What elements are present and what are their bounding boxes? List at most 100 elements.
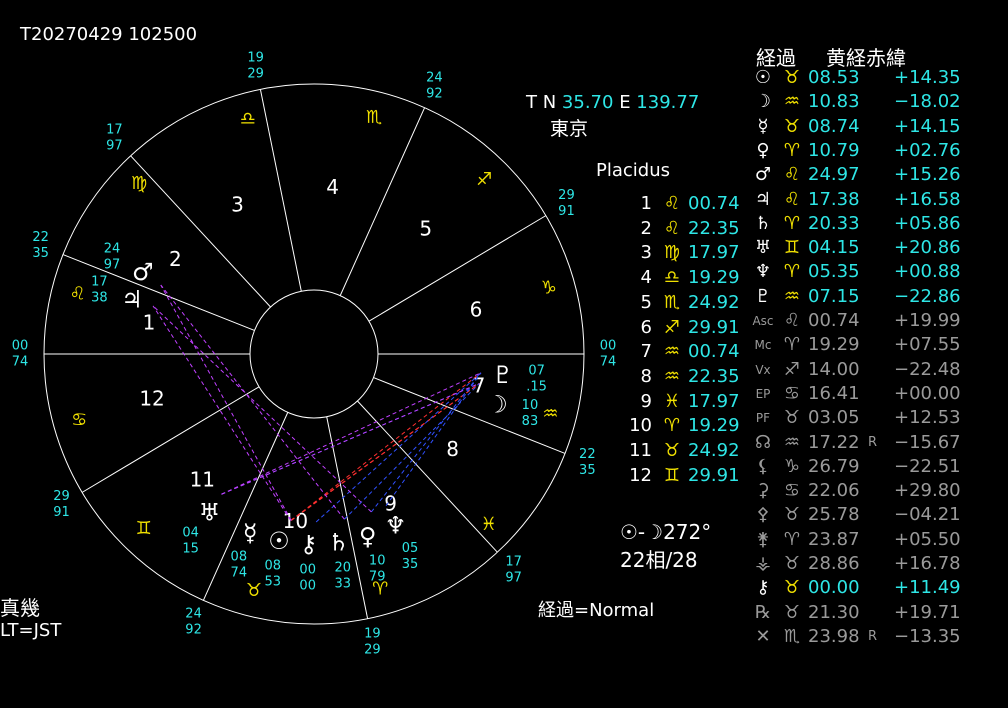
planet-longitude: 08.53 — [808, 67, 860, 88]
zodiac-sign-icon: ♒ — [542, 404, 558, 425]
house-sign-icon: ♉ — [663, 440, 681, 461]
planet-longitude: 26.79 — [808, 455, 860, 477]
house-number: 1 — [640, 193, 652, 214]
zodiac-sign-icon: ♌ — [69, 283, 85, 304]
planet-sign-icon: ♈ — [783, 528, 801, 550]
planet-declination: +15.26 — [894, 164, 961, 186]
planet-sign-icon: ♈ — [783, 139, 801, 161]
planet-sign-icon: ♑ — [783, 455, 801, 477]
cusp-degree-label: 29 — [53, 489, 70, 504]
planet-longitude: 23.87 — [808, 528, 860, 550]
planet-declination: +11.49 — [894, 577, 961, 599]
retrograde-flag: R — [868, 628, 878, 644]
planet-longitude: 20.33 — [808, 212, 860, 234]
house-degree: 22.35 — [688, 217, 740, 239]
longitude-value: 139.77 — [636, 92, 700, 113]
zodiac-sign-icon: ♉ — [246, 580, 262, 601]
planet-longitude: 17.38 — [808, 188, 860, 210]
timezone-label: LT=JST — [0, 620, 62, 641]
planet-degree-label: 08 — [264, 559, 281, 574]
planet-declination: +07.55 — [894, 334, 961, 356]
house-sign-icon: ♌ — [663, 217, 681, 239]
planet-sign-icon: ♌ — [783, 310, 801, 331]
house-number-label: 2 — [169, 247, 182, 271]
planet-declination: −13.35 — [894, 625, 961, 647]
planet-longitude: 05.35 — [808, 261, 860, 283]
zodiac-sign-icon: ♊ — [136, 518, 152, 539]
planet-degree-label: 83 — [522, 414, 539, 429]
planet-longitude: 04.15 — [808, 237, 860, 259]
house-number-label: 11 — [190, 467, 215, 491]
planet-declination: +16.78 — [894, 553, 961, 574]
house-sign-icon: ♌ — [663, 193, 681, 214]
planet-icon: ✕ — [755, 625, 771, 647]
house-sign-icon: ♒ — [663, 365, 681, 387]
planet-declination: +00.88 — [894, 261, 961, 283]
planet-declination: −04.21 — [894, 504, 961, 526]
planet-sign-icon: ♈ — [783, 261, 801, 283]
cusp-degree-label: 29 — [558, 188, 575, 203]
planet-sign-icon: ♒ — [783, 91, 801, 113]
planet-declination: +14.35 — [894, 67, 961, 88]
left-title: 真幾 — [0, 596, 40, 620]
datetime-label: T20270429 102500 — [20, 24, 198, 45]
house-degree: 00.74 — [688, 341, 740, 363]
planet-icon: ♅ — [754, 237, 772, 259]
cusp-degree-label: 91 — [558, 204, 575, 219]
coords-prefix: T N — [526, 92, 557, 113]
house-number-label: 8 — [446, 437, 459, 461]
house-number-label: 3 — [231, 192, 244, 216]
planet-icon: ⚳ — [756, 480, 770, 502]
planet-icon: Asc — [752, 314, 774, 328]
planet-degree-label: 10 — [369, 553, 386, 568]
planet-degree-label: 53 — [264, 575, 281, 590]
cusp-degree-label: 74 — [12, 355, 29, 370]
planet-longitude: 00.00 — [808, 577, 860, 599]
house-degree: 29.91 — [688, 464, 740, 486]
planet-longitude: 08.74 — [808, 115, 860, 137]
planet-degree-label: 79 — [369, 569, 386, 584]
planet-degree-label: 20 — [335, 561, 352, 576]
latitude-value: 35.70 — [561, 92, 614, 113]
planet-degree-label: 97 — [104, 258, 121, 273]
house-number: 2 — [640, 217, 652, 239]
cusp-degree-label: 22 — [32, 230, 49, 245]
planet-glyph-icon: ♇ — [492, 361, 514, 389]
planet-longitude: 07.15 — [808, 285, 860, 307]
planet-icon: ⚸ — [756, 455, 770, 477]
planet-icon: ⚴ — [756, 504, 770, 526]
aspect-line — [152, 305, 372, 513]
inner-ring — [249, 289, 379, 419]
planet-sign-icon: ♏ — [783, 625, 801, 647]
planet-declination: +14.15 — [894, 115, 961, 137]
planet-longitude: 03.05 — [808, 407, 860, 429]
house-degree: 17.97 — [688, 390, 740, 412]
planet-declination: +16.58 — [894, 188, 961, 210]
planet-declination: +19.71 — [894, 601, 961, 623]
planet-icon: ♇ — [754, 285, 772, 307]
house-sign-icon: ♓ — [663, 390, 681, 412]
planet-sign-icon: ♒ — [783, 285, 801, 307]
cusp-degree-label: 17 — [106, 123, 123, 138]
zodiac-sign-icon: ♓ — [481, 514, 497, 535]
house-number-label: 12 — [139, 387, 164, 411]
planet-sign-icon: ♉ — [783, 553, 801, 574]
cusp-degree-label: 35 — [32, 246, 49, 261]
planet-sign-icon: ♒ — [783, 431, 801, 453]
planet-icon: ♂ — [754, 164, 772, 186]
planet-degree-label: 35 — [402, 557, 419, 572]
house-sign-icon: ♏ — [663, 291, 681, 313]
planet-degree-label: 00 — [299, 578, 316, 593]
planet-icon: Vx — [755, 362, 771, 377]
planet-sign-icon: ♉ — [783, 577, 801, 599]
planet-longitude: 10.83 — [808, 91, 860, 113]
planet-icon: ☿ — [757, 115, 769, 137]
house-sign-icon: ♐ — [663, 316, 681, 338]
planet-icon: ♆ — [754, 261, 772, 283]
planet-declination: +05.86 — [894, 212, 961, 234]
cusp-degree-label: 97 — [505, 570, 522, 585]
longitude-prefix: E — [619, 92, 631, 113]
city-label: 東京 — [550, 118, 589, 140]
location-coords: T N 35.70 E 139.77 — [526, 92, 699, 113]
planet-degree-label: 07 — [528, 364, 545, 379]
